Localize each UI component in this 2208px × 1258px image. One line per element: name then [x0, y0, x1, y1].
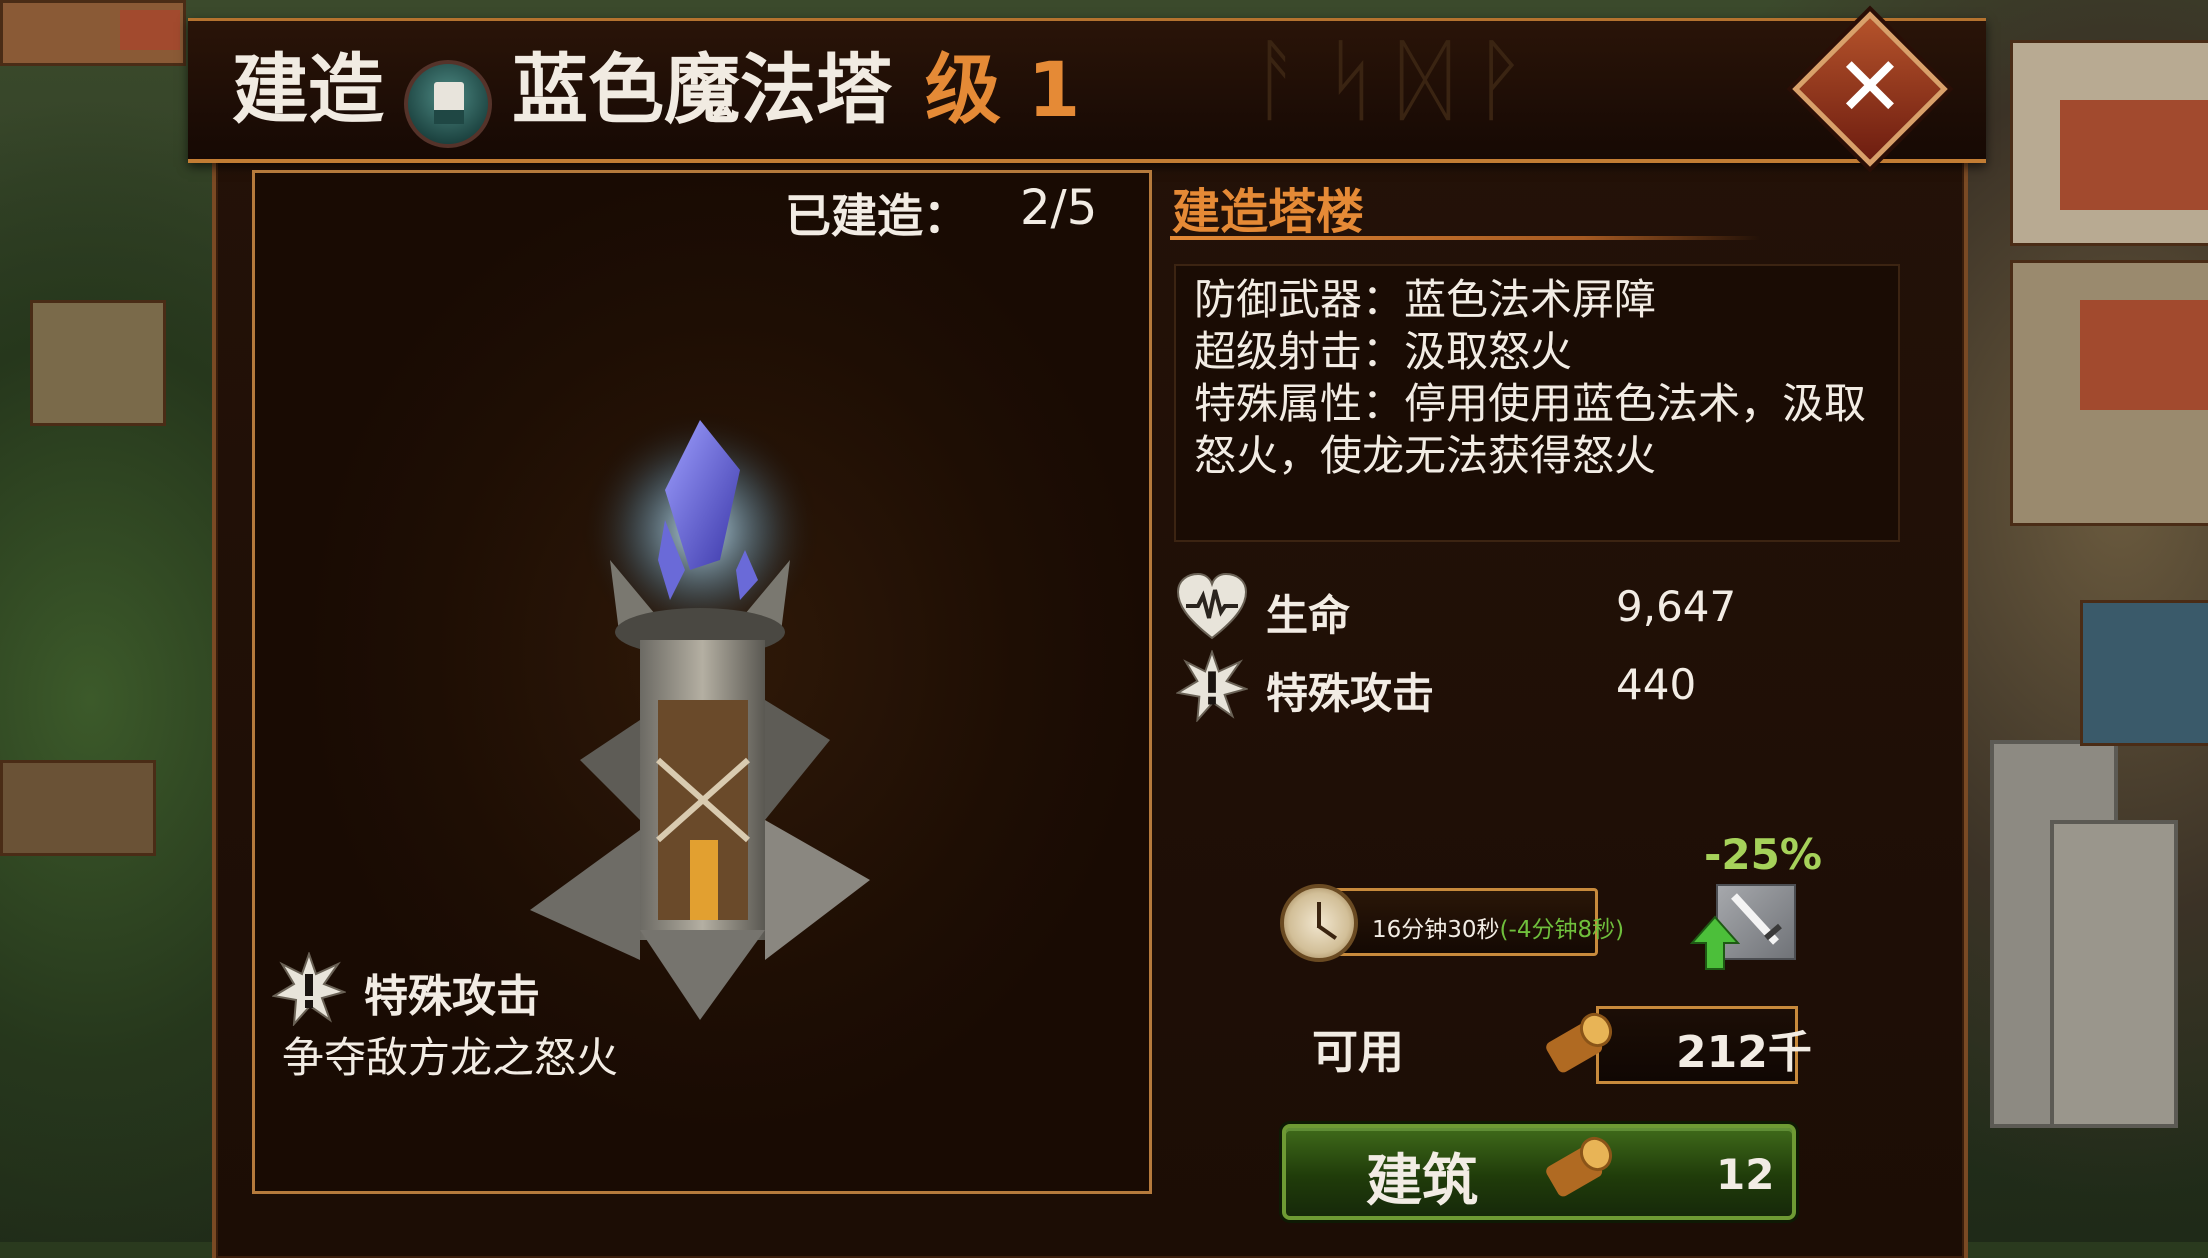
heart-icon: [1176, 572, 1248, 640]
stat-special-attack-value: 440: [1616, 660, 1697, 709]
built-count-value: 2/5: [1020, 180, 1098, 236]
building: [0, 760, 156, 856]
close-icon[interactable]: ✕: [1815, 34, 1925, 144]
special-attack-icon: [1176, 650, 1248, 722]
section-divider: [1170, 236, 1760, 240]
special-attack-icon: [272, 952, 346, 1026]
discount-percent: -25%: [1704, 830, 1822, 879]
description-line: 超级射击：汲取怒火: [1194, 327, 1573, 376]
dialog-action-title: 建造: [232, 45, 384, 134]
stat-health-label: 生命: [1266, 591, 1351, 640]
upgrade-arrow-icon: [1690, 915, 1740, 970]
wood-log-icon: [1546, 1012, 1613, 1073]
build-time-value: 16分钟30秒: [1372, 917, 1500, 943]
decorative-runes: ᚨᛋᛞᚹ: [1250, 28, 1546, 133]
build-cost-value[interactable]: 12: [1716, 1150, 1774, 1199]
build-button-label[interactable]: 建筑: [1366, 1136, 1478, 1217]
available-label: 可用: [1312, 1025, 1404, 1079]
available-resource-value: 212千: [1676, 1027, 1812, 1078]
wood-log-icon[interactable]: [1540, 1134, 1616, 1200]
tower-name: 蓝色魔法塔: [512, 45, 892, 134]
section-title: 建造塔楼: [1172, 184, 1365, 240]
stat-special-attack-label: 特殊攻击: [1266, 669, 1435, 718]
built-count-label: 已建造：: [785, 189, 969, 243]
description-line: 特殊属性：停用使用蓝色法术，汲取: [1194, 379, 1867, 428]
tower-type-icon: [404, 60, 492, 148]
special-attack-title: 特殊攻击: [364, 971, 540, 1022]
description-line: 怒火，使龙无法获得怒火: [1194, 431, 1657, 480]
stone-arch: [2050, 820, 2178, 1128]
special-attack-description: 争夺敌方龙之怒火: [282, 1033, 619, 1082]
description-line: 防御武器：蓝色法术屏障: [1194, 275, 1657, 324]
clock-icon: [1280, 884, 1358, 962]
blue-magic-tower-model: [530, 410, 870, 1020]
tower-level: 级 1: [925, 45, 1081, 134]
building: [30, 300, 166, 426]
build-time-reduction: (-4分钟8秒): [1499, 917, 1625, 943]
tower-description: 防御武器：蓝色法术屏障 超级射击：汲取怒火 特殊属性：停用使用蓝色法术，汲取 怒…: [1174, 264, 1900, 542]
stat-health-value: 9,647: [1616, 582, 1737, 631]
roof: [120, 10, 180, 50]
build-time: 16分钟30秒(-4分钟8秒): [1372, 910, 1624, 944]
water: [2080, 600, 2208, 746]
roof: [2060, 100, 2208, 210]
roof: [2080, 300, 2208, 410]
